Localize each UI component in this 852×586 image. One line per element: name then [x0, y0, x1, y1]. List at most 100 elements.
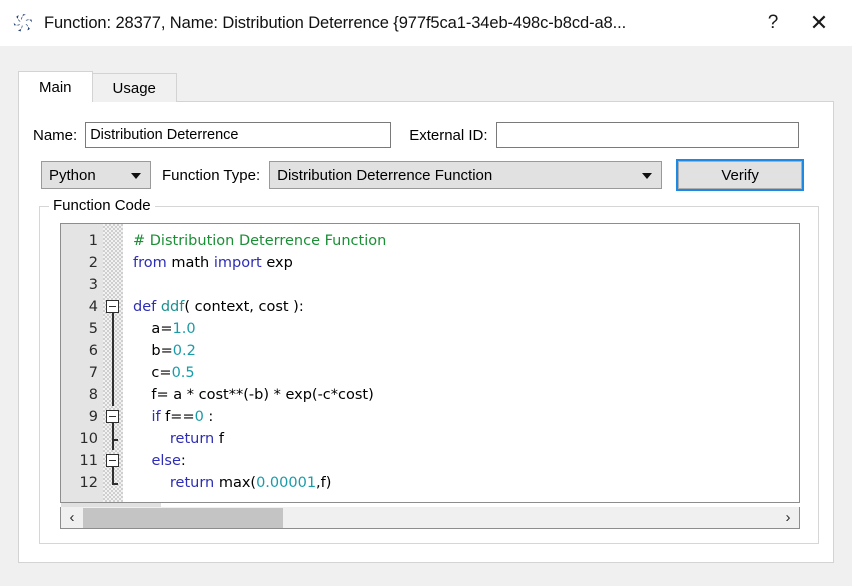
code-token: : [180, 453, 186, 469]
external-id-label: External ID: [409, 126, 488, 144]
line-number: 2 [88, 255, 98, 271]
code-token: exp [261, 255, 293, 271]
code-token: f== [160, 409, 195, 425]
fold-slot [103, 340, 123, 362]
close-button[interactable]: ✕ [796, 3, 842, 43]
refresh-swirl-icon [10, 10, 36, 36]
fold-line [112, 318, 114, 340]
fold-collapse-icon[interactable] [106, 454, 119, 467]
line-number: 9 [88, 409, 98, 425]
code-line: return max(0.00001,f) [133, 472, 799, 494]
line-number: 3 [88, 277, 98, 293]
fold-slot [103, 472, 123, 494]
fold-slot [103, 230, 123, 252]
fold-slot [103, 252, 123, 274]
code-token: ( context, cost ): [184, 299, 304, 315]
name-input[interactable]: Distribution Deterrence [85, 122, 392, 148]
line-number: 12 [79, 475, 98, 491]
line-number-gutter: 1 2 3 4 5 6 7 8 9 10 11 12 [61, 224, 103, 502]
scroll-left-arrow-icon[interactable]: ‹ [61, 507, 83, 528]
function-type-select[interactable]: Distribution Deterrence Function [269, 161, 663, 189]
fold-collapse-icon[interactable] [106, 410, 119, 423]
fold-slot [103, 428, 123, 450]
code-text-area[interactable]: # Distribution Deterrence Function from m… [123, 224, 799, 502]
code-line: f= a * cost**(-b) * exp(-c*cost) [133, 384, 799, 406]
code-token: b= [133, 343, 173, 359]
line-number: 10 [79, 431, 98, 447]
function-editor-dialog: Function: 28377, Name: Distribution Dete… [0, 0, 852, 586]
code-line: def ddf( context, cost ): [133, 296, 799, 318]
fold-slot [103, 274, 123, 296]
external-id-input[interactable] [495, 122, 799, 148]
title-bar: Function: 28377, Name: Distribution Dete… [0, 0, 852, 46]
tab-main[interactable]: Main [18, 71, 93, 102]
code-token: 0.5 [171, 365, 195, 381]
fold-slot [103, 318, 123, 340]
function-type-row: Python Function Type: Distribution Deter… [41, 159, 819, 191]
editor-horizontal-scrollbar[interactable]: ‹ › [60, 507, 800, 529]
code-token: import [213, 255, 262, 271]
function-type-label: Function Type: [162, 166, 261, 184]
language-select[interactable]: Python [41, 161, 151, 189]
language-select-value: Python [49, 166, 96, 184]
name-label: Name: [33, 126, 78, 144]
fold-slot [103, 450, 123, 472]
code-token: if [151, 409, 161, 425]
code-editor[interactable]: 1 2 3 4 5 6 7 8 9 10 11 12 # Distribution Deterrenc… [60, 223, 800, 503]
line-number: 8 [88, 387, 98, 403]
code-line: a=1.0 [133, 318, 799, 340]
fold-slot [103, 384, 123, 406]
fold-slot [103, 406, 123, 428]
code-line: else: [133, 450, 799, 472]
fold-tick-icon [112, 439, 118, 441]
code-line: # Distribution Deterrence Function [133, 230, 799, 252]
line-number: 6 [88, 343, 98, 359]
code-fold-column[interactable] [103, 224, 123, 502]
code-token: 0 [194, 409, 204, 425]
code-token: # Distribution Deterrence Function [133, 233, 387, 249]
code-token: c= [133, 365, 172, 381]
scrollbar-thumb[interactable] [83, 507, 283, 528]
code-token: else [151, 453, 181, 469]
code-line: if f==0 : [133, 406, 799, 428]
code-token: from [133, 255, 167, 271]
dialog-body: Main Usage Name: Distribution Deterrence… [0, 46, 852, 586]
window-title: Function: 28377, Name: Distribution Dete… [44, 13, 627, 32]
code-token: f= a * cost**(-b) * exp(-c*cost) [133, 387, 374, 403]
line-number: 1 [88, 233, 98, 249]
chevron-down-icon [131, 173, 141, 179]
function-code-group-caption: Function Code [49, 197, 155, 214]
scrollbar-track[interactable] [83, 507, 777, 528]
code-token: 0.2 [172, 343, 196, 359]
function-type-select-value: Distribution Deterrence Function [277, 166, 493, 184]
line-number: 7 [88, 365, 98, 381]
code-token: ,f) [316, 475, 332, 491]
code-token: : [203, 409, 214, 425]
fold-line [112, 384, 114, 406]
fold-collapse-icon[interactable] [106, 300, 119, 313]
tab-page-main: Name: Distribution Deterrence External I… [18, 101, 834, 563]
code-token: max( [214, 475, 257, 491]
fold-line [112, 362, 114, 384]
tab-usage[interactable]: Usage [91, 73, 177, 102]
code-token: math [166, 255, 214, 271]
verify-button[interactable]: Verify [676, 159, 805, 191]
function-code-group: Function Code 1 2 3 4 5 6 7 8 9 10 11 12 # Distribu… [39, 197, 819, 544]
code-line: c=0.5 [133, 362, 799, 384]
tab-strip: Main Usage [18, 71, 177, 102]
line-number: 5 [88, 321, 98, 337]
help-button[interactable]: ? [750, 3, 796, 43]
scroll-right-arrow-icon[interactable]: › [777, 507, 799, 528]
line-number: 11 [79, 453, 98, 469]
code-token: f [214, 431, 224, 447]
code-token: 0.00001 [256, 475, 317, 491]
chevron-down-icon [642, 173, 653, 179]
code-line: return f [133, 428, 799, 450]
line-number: 4 [88, 299, 98, 315]
code-token: return [169, 431, 215, 447]
code-token: 1.0 [172, 321, 196, 337]
